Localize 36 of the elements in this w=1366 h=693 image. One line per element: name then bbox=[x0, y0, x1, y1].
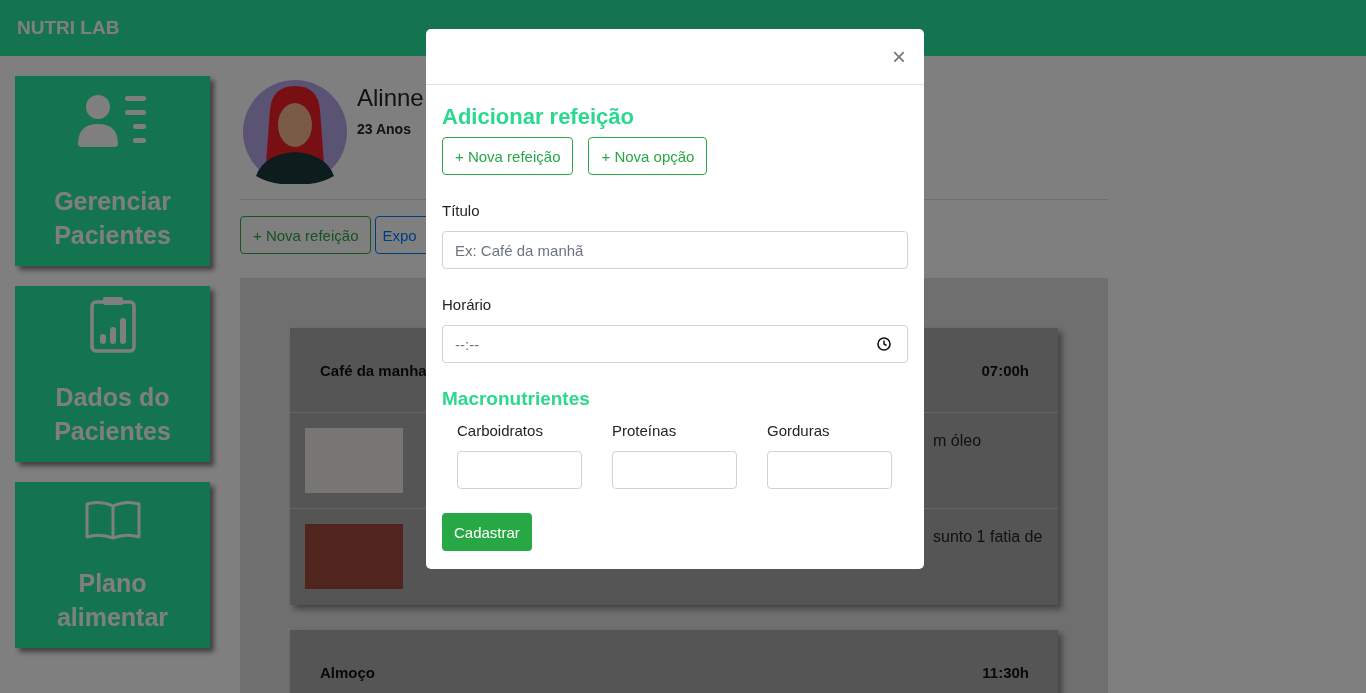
clock-icon bbox=[877, 337, 891, 351]
user-list-icon bbox=[77, 94, 148, 150]
tile-label: Dados do Pacientes bbox=[53, 382, 172, 447]
add-button[interactable]: + Nova opção bbox=[588, 137, 708, 175]
field-label: Gorduras bbox=[767, 421, 831, 441]
title-input[interactable]: Ex: Café da manhã bbox=[442, 231, 908, 269]
add-button[interactable]: + Nova refeição bbox=[442, 137, 574, 175]
macro-input[interactable] bbox=[457, 451, 582, 489]
sidebar-tile[interactable]: Plano alimentar bbox=[15, 482, 210, 648]
submit-button[interactable]: Cadastrar bbox=[442, 513, 532, 551]
tile-label: Gerenciar Pacientes bbox=[53, 186, 172, 251]
sidebar-tile[interactable]: Dados do Pacientes bbox=[15, 286, 210, 462]
book-icon bbox=[84, 500, 141, 540]
field-label: Título bbox=[442, 201, 481, 221]
tile-label: Plano alimentar bbox=[55, 568, 170, 633]
meal-title: Café da manha bbox=[320, 361, 427, 379]
meal-time: 11:30h bbox=[982, 663, 1029, 681]
macro-input[interactable] bbox=[612, 451, 737, 489]
brand-logo[interactable]: NUTRI LAB bbox=[17, 17, 120, 39]
patient-name: Alinne bbox=[357, 83, 424, 113]
food-description: sunto 1 fatia de bbox=[933, 528, 1043, 546]
clipboard-chart-icon bbox=[88, 296, 137, 354]
meal-title: Almoço bbox=[320, 663, 375, 681]
patient-age: 23 Anos bbox=[357, 121, 412, 137]
food-description: m óleo bbox=[933, 432, 982, 450]
time-input[interactable]: --:-- bbox=[442, 325, 908, 363]
action-button[interactable]: + Nova refeição bbox=[240, 216, 372, 254]
meal-time: 07:00h bbox=[981, 361, 1029, 379]
close-button[interactable]: × bbox=[890, 44, 908, 69]
modal-heading: Adicionar refeição bbox=[442, 103, 635, 131]
section-heading: Macronutrientes bbox=[442, 387, 591, 411]
field-label: Carboidratos bbox=[457, 421, 544, 441]
macro-input[interactable] bbox=[767, 451, 892, 489]
field-label: Proteínas bbox=[612, 421, 678, 441]
sidebar-tile[interactable]: Gerenciar Pacientes bbox=[15, 76, 210, 266]
field-label: Horário bbox=[442, 295, 493, 315]
